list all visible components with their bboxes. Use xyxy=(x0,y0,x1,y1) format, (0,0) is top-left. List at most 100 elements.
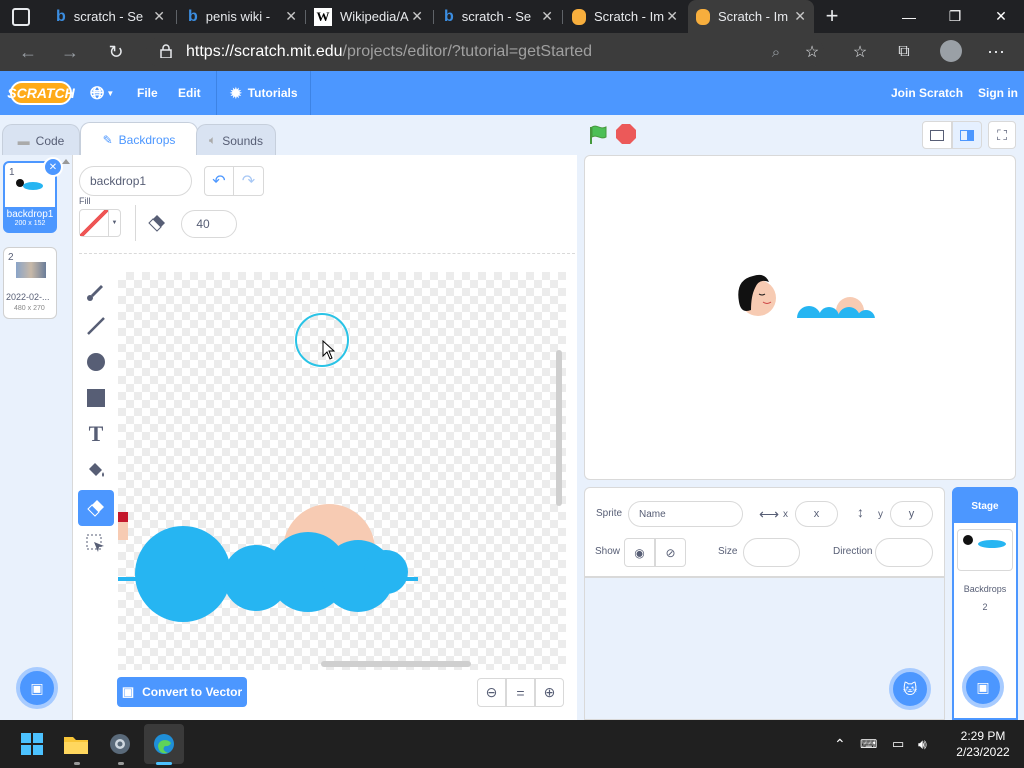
costume-item-1[interactable]: 1 backdrop1 200 x 152 ✕ xyxy=(3,157,63,233)
browser-tab-1[interactable]: b scratch - Se ✕ xyxy=(48,0,173,33)
select-tool[interactable] xyxy=(78,526,114,562)
file-menu[interactable]: File xyxy=(137,71,158,115)
canvas-vertical-scrollbar[interactable] xyxy=(556,350,562,506)
eraser-tool[interactable] xyxy=(78,490,114,526)
circle-tool[interactable] xyxy=(78,344,114,380)
tab-backdrops-label: Backdrops xyxy=(118,132,176,147)
line-tool[interactable] xyxy=(78,308,114,344)
undo-redo-group: ↶ ↷ xyxy=(204,166,264,196)
back-button[interactable]: ← xyxy=(10,33,46,71)
url-field[interactable]: https://scratch.mit.edu/projects/editor/… xyxy=(146,37,824,67)
small-stage-button[interactable] xyxy=(922,121,952,149)
browser-tab-label: Wikipedia/A xyxy=(340,9,409,24)
network-icon[interactable]: ▭ xyxy=(892,720,904,768)
refresh-button[interactable]: ↻ xyxy=(98,33,134,71)
favorites-icon[interactable]: ☆ xyxy=(842,33,878,71)
chevron-down-icon: ▼ xyxy=(106,88,115,98)
paint-canvas[interactable] xyxy=(118,272,566,670)
close-tab-icon[interactable]: ✕ xyxy=(285,8,297,25)
convert-to-vector-button[interactable]: ▣ Convert to Vector xyxy=(117,677,247,707)
collections-icon[interactable]: ⧉ xyxy=(886,33,922,71)
close-tab-icon[interactable]: ✕ xyxy=(153,8,165,25)
sprite-name-input[interactable]: Name xyxy=(628,501,743,527)
close-tab-icon[interactable]: ✕ xyxy=(794,8,806,25)
edge-browser-icon[interactable] xyxy=(144,724,184,764)
tutorials-menu[interactable]: ✹ Tutorials xyxy=(230,71,298,115)
tab-backdrops[interactable]: ✎ Backdrops xyxy=(80,122,198,156)
brush-tool[interactable] xyxy=(78,274,114,310)
zoom-icon[interactable]: ⌕ xyxy=(758,33,794,71)
close-tab-icon[interactable]: ✕ xyxy=(666,8,678,25)
fullscreen-button[interactable]: ⛶ xyxy=(988,121,1016,149)
edit-menu[interactable]: Edit xyxy=(178,71,201,115)
choose-backdrop-stage-button[interactable]: ▣ xyxy=(962,666,1004,708)
close-tab-icon[interactable]: ✕ xyxy=(411,8,423,25)
close-tab-icon[interactable]: ✕ xyxy=(541,8,553,25)
zoom-out-button[interactable]: ⊖ xyxy=(477,678,506,707)
browser-tab-2[interactable]: b penis wiki - ✕ xyxy=(180,0,305,33)
show-hidden-icons[interactable]: ⌃ xyxy=(834,720,846,768)
text-tool[interactable]: T xyxy=(78,416,114,452)
stage-header: Stage xyxy=(954,489,1016,523)
tab-code-label: Code xyxy=(35,133,65,148)
size-label: Size xyxy=(718,546,738,557)
show-hidden-button[interactable]: ⊘ xyxy=(655,538,686,567)
normal-stage-button[interactable] xyxy=(952,121,982,149)
stop-button[interactable] xyxy=(616,124,636,144)
minimize-button[interactable]: — xyxy=(886,0,932,33)
eraser-size-input[interactable]: 40 xyxy=(181,210,237,238)
new-tab-button[interactable]: + xyxy=(820,4,844,28)
browser-tab-6-active[interactable]: Scratch - Im ✕ xyxy=(688,0,814,33)
clock[interactable]: 2:29 PM 2/23/2022 xyxy=(948,728,1018,760)
add-favorite-icon[interactable]: ☆ xyxy=(794,33,830,71)
choose-backdrop-button[interactable]: ▣ xyxy=(16,667,58,709)
lock-icon[interactable] xyxy=(160,44,172,59)
fill-tool[interactable] xyxy=(78,452,114,488)
size-input[interactable] xyxy=(743,538,800,567)
profile-avatar[interactable] xyxy=(940,40,962,62)
keyboard-icon[interactable]: ⌨ xyxy=(860,720,877,768)
address-bar-row: ← → ↻ https://scratch.mit.edu/projects/e… xyxy=(0,33,1024,71)
restore-button[interactable]: ❐ xyxy=(932,0,978,33)
y-arrow-icon: ↕ xyxy=(857,504,864,520)
fill-color-picker[interactable]: ▼ xyxy=(79,209,121,237)
tab-actions-icon[interactable] xyxy=(12,8,30,26)
browser-tab-4[interactable]: b scratch - Se ✕ xyxy=(436,0,561,33)
join-scratch-link[interactable]: Join Scratch xyxy=(891,71,963,115)
direction-input[interactable] xyxy=(875,538,933,567)
y-input[interactable]: y xyxy=(890,501,933,527)
sign-in-link[interactable]: Sign in xyxy=(978,71,1018,115)
browser-tab-3[interactable]: W Wikipedia/A ✕ xyxy=(306,0,431,33)
delete-costume-button[interactable]: ✕ xyxy=(43,157,63,177)
more-menu-icon[interactable]: ⋯ xyxy=(978,33,1014,71)
redo-button[interactable]: ↷ xyxy=(234,167,263,195)
undo-button[interactable]: ↶ xyxy=(205,167,234,195)
scratch-logo[interactable]: SCRATCH xyxy=(7,81,75,105)
x-input[interactable]: x xyxy=(795,501,838,527)
tab-sounds[interactable]: 🔈︎ Sounds xyxy=(196,124,276,156)
canvas-horizontal-scrollbar[interactable] xyxy=(321,661,471,667)
globe-icon: 🌐︎ xyxy=(90,82,105,103)
rectangle-tool[interactable] xyxy=(78,380,114,416)
costume-list-scrollbar[interactable] xyxy=(62,159,70,679)
choose-sprite-button[interactable]: 🐱︎ xyxy=(889,668,931,710)
backdrops-count: 2 xyxy=(982,602,988,612)
forward-button[interactable]: → xyxy=(52,33,88,71)
language-menu[interactable]: 🌐︎ ▼ xyxy=(90,71,114,115)
costume-name-input[interactable]: backdrop1 xyxy=(79,166,192,196)
stage-canvas[interactable] xyxy=(584,155,1016,480)
stage-selector[interactable]: Stage Backdrops 2 ▣ xyxy=(952,487,1018,720)
show-visible-button[interactable]: ◉ xyxy=(624,538,655,567)
zoom-reset-button[interactable]: = xyxy=(506,678,535,707)
zoom-in-button[interactable]: ⊕ xyxy=(535,678,564,707)
green-flag-button[interactable] xyxy=(587,124,609,146)
browser-tab-label: penis wiki - xyxy=(205,9,271,24)
close-window-button[interactable]: ✕ xyxy=(978,0,1024,33)
tab-code[interactable]: ▬ Code xyxy=(2,124,80,156)
browser-tab-5[interactable]: Scratch - Im ✕ xyxy=(564,0,686,33)
volume-icon[interactable]: 🔊︎ xyxy=(918,720,927,768)
file-explorer-icon[interactable] xyxy=(56,724,96,764)
costume-item-2[interactable]: 2 2022-02-... 480 x 270 xyxy=(3,247,57,319)
settings-icon[interactable] xyxy=(100,724,140,764)
windows-start-icon[interactable] xyxy=(12,724,52,764)
